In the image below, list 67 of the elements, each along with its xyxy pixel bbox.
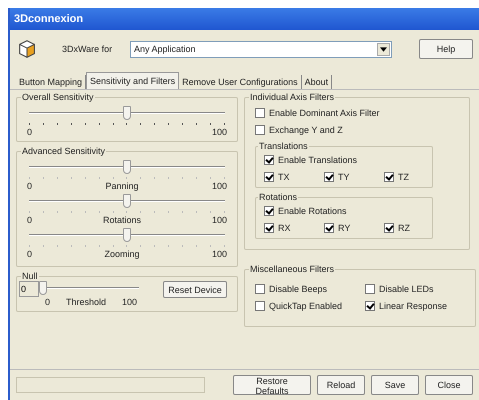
checkbox-label: RZ [398,222,410,232]
slider-thumb[interactable] [123,160,131,174]
min-label: 0 [45,297,50,307]
checkbox[interactable] [255,284,265,294]
checkbox[interactable] [264,172,274,182]
group-title: Translations [258,141,309,151]
checkbox-label: TZ [398,172,409,182]
checkbox[interactable] [324,172,334,182]
max-label: 100 [122,297,137,307]
max-label: 100 [212,215,227,225]
checkbox-label: Enable Translations [278,154,358,164]
app-label: 3DxWare for [62,44,114,54]
slider-thumb[interactable] [123,194,131,208]
slider-thumb[interactable] [123,106,131,120]
checkbox[interactable] [384,222,394,232]
group-title: Individual Axis Filters [249,92,336,102]
slider-label: Panning [105,181,138,191]
tab[interactable]: Sensitivity and Filters [86,72,180,89]
checkbox[interactable] [384,172,394,182]
checkbox-label: RY [338,222,350,232]
checkbox-label: Enable Rotations [278,206,347,216]
checkbox[interactable] [255,108,265,118]
min-label: 0 [27,127,32,137]
checkbox[interactable] [365,300,375,310]
slider-label: Rotations [102,215,141,225]
checkbox[interactable] [264,206,274,216]
group-title: Advanced Sensitivity [21,146,106,156]
checkbox[interactable] [264,222,274,232]
cube-icon [16,38,38,60]
null-field[interactable]: 0 [19,281,39,297]
slider-label: Zooming [104,249,140,259]
group-title: Rotations [258,192,298,202]
min-label: 0 [27,249,32,259]
slider-thumb[interactable] [39,281,47,295]
group-title: Null [21,271,39,281]
reset-device-button[interactable]: Reset Device [163,281,227,298]
max-label: 100 [212,249,227,259]
checkbox-label: Exchange Y and Z [269,124,343,134]
checkbox-label: Disable Beeps [269,284,328,294]
checkbox[interactable] [255,124,265,134]
slider-thumb[interactable] [123,228,131,242]
checkbox-label: RX [278,222,291,232]
checkbox-label: Enable Dominant Axis Filter [269,108,380,118]
max-label: 100 [212,127,227,137]
checkbox[interactable] [264,154,274,164]
checkbox-label: TX [278,172,290,182]
tab[interactable]: About [302,75,332,89]
min-label: 0 [27,181,32,191]
min-label: 0 [27,215,32,225]
checkbox-label: QuickTap Enabled [269,300,342,310]
application-dropdown[interactable]: Any Application [130,40,392,58]
checkbox-label: Disable LEDs [379,284,434,294]
dialog-button[interactable]: Reload [317,375,365,395]
max-label: 100 [212,181,227,191]
window-title: 3Dconnexion [14,13,84,25]
checkbox[interactable] [365,284,375,294]
checkbox-label: TY [338,172,350,182]
slider-label: Threshold [66,297,106,307]
checkbox[interactable] [255,300,265,310]
checkbox[interactable] [324,222,334,232]
dialog-button[interactable]: Close [425,375,473,395]
help-button[interactable]: Help [419,39,473,59]
dialog-button[interactable]: Restore Defaults [233,375,311,395]
group-title: Overall Sensitivity [21,92,95,102]
dialog-button[interactable]: Save [371,375,419,395]
group-title: Miscellaneous Filters [249,264,336,274]
checkbox-label: Linear Response [379,300,448,310]
